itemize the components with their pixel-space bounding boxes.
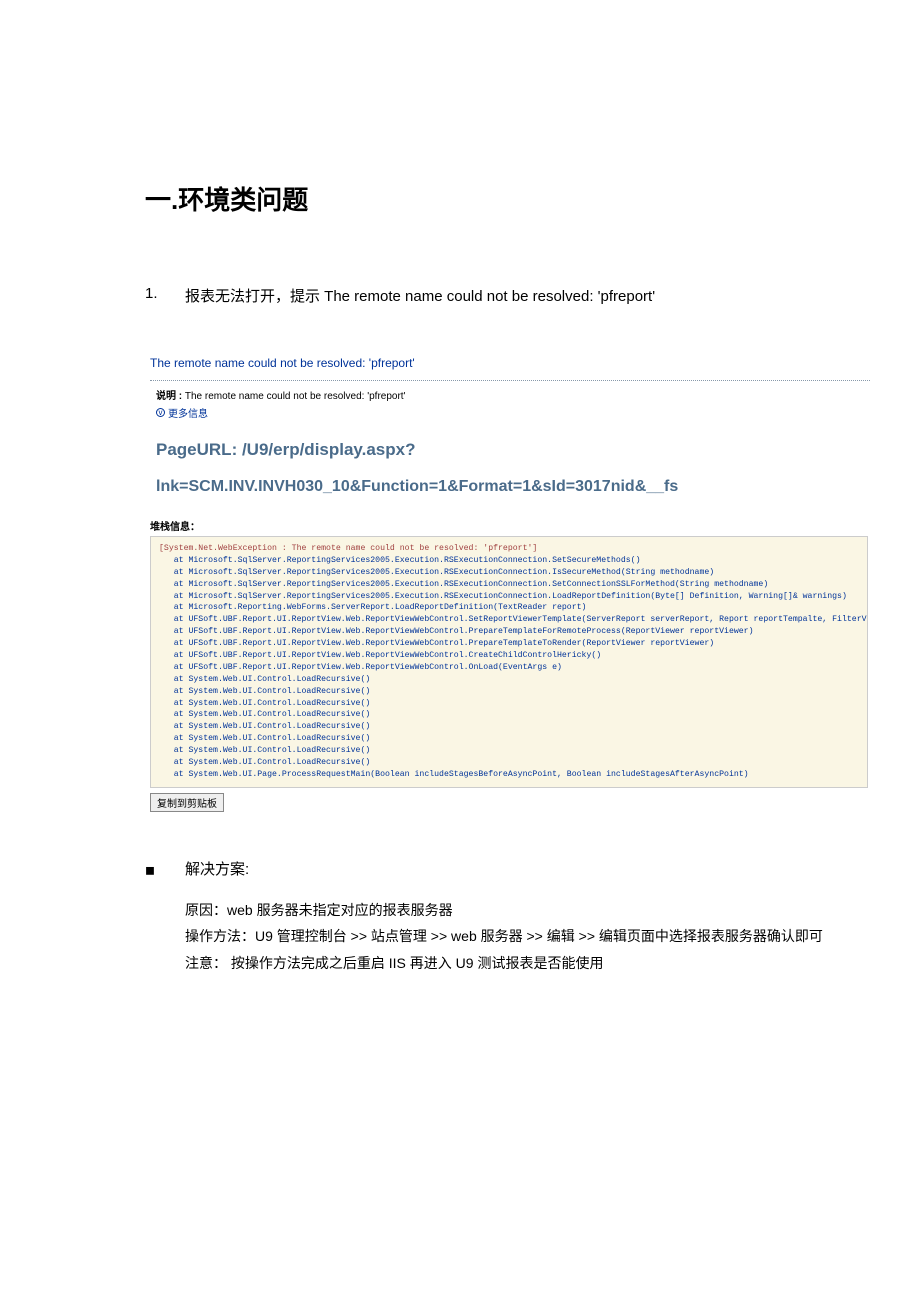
solution-method: 操作方法：U9 管理控制台 >> 站点管理 >> web 服务器 >> 编辑 >… [185, 923, 860, 950]
embedded-screenshot: The remote name could not be resolved: '… [150, 354, 870, 812]
solution-reason: 原因：web 服务器未指定对应的报表服务器 [185, 897, 860, 924]
stack-body: at Microsoft.SqlServer.ReportingServices… [159, 556, 868, 779]
more-info-link[interactable]: v 更多信息 [156, 405, 870, 420]
stack-top-line: [System.Net.WebException : The remote na… [159, 544, 537, 553]
copy-to-clipboard-button[interactable]: 复制到剪贴板 [150, 793, 224, 812]
solution-label: 解决方案: [185, 858, 249, 879]
solution-note: 注意： 按操作方法完成之后重启 IIS 再进入 U9 测试报表是否能使用 [185, 950, 860, 977]
item-number: 1. [145, 285, 185, 306]
desc-label: 说明 : [156, 391, 182, 402]
divider [150, 380, 870, 381]
page-url-line: PageURL: /U9/erp/display.aspx? [156, 440, 870, 460]
error-title: The remote name could not be resolved: '… [150, 354, 870, 380]
stack-trace-box: [System.Net.WebException : The remote na… [150, 536, 868, 788]
solution-section: ◼ 解决方案: 原因：web 服务器未指定对应的报表服务器 操作方法：U9 管理… [145, 858, 860, 977]
desc-text: The remote name could not be resolved: '… [182, 391, 405, 402]
more-info-text: 更多信息 [168, 405, 208, 420]
error-description-row: 说明 : The remote name could not be resolv… [156, 387, 870, 402]
doc-heading: 一.环境类问题 [145, 180, 860, 217]
problem-item: 1. 报表无法打开，提示 The remote name could not b… [145, 285, 860, 306]
stack-label: 堆栈信息： [150, 518, 870, 533]
item-text: 报表无法打开，提示 The remote name could not be r… [185, 285, 655, 306]
square-bullet-icon: ◼ [145, 863, 185, 877]
lnk-line: lnk=SCM.INV.INVH030_10&Function=1&Format… [156, 478, 870, 496]
chevron-down-icon: v [156, 408, 165, 417]
